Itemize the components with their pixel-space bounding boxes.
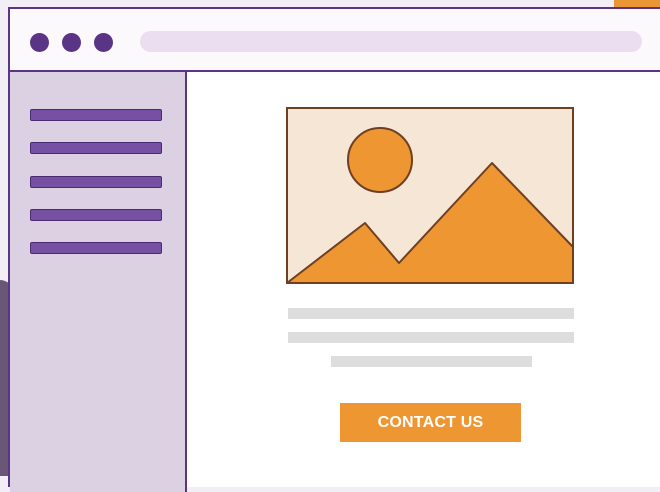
sidebar-menu-item[interactable] xyxy=(30,242,162,254)
decorative-tab xyxy=(614,0,660,7)
image-placeholder-icon xyxy=(286,107,574,284)
browser-titlebar xyxy=(10,9,660,72)
browser-window: CONTACT US xyxy=(8,7,660,492)
contact-us-button[interactable]: CONTACT US xyxy=(340,403,521,442)
sidebar-menu-item[interactable] xyxy=(30,209,162,221)
window-control-dot[interactable] xyxy=(62,33,81,52)
text-placeholder-line xyxy=(288,332,574,343)
sidebar-menu-item[interactable] xyxy=(30,109,162,121)
window-control-dot[interactable] xyxy=(30,33,49,52)
sidebar-menu-item[interactable] xyxy=(30,176,162,188)
window-control-dot[interactable] xyxy=(94,33,113,52)
address-bar[interactable] xyxy=(140,31,642,52)
sidebar xyxy=(10,72,187,492)
text-placeholder-line xyxy=(288,308,574,319)
sidebar-menu-item[interactable] xyxy=(30,142,162,154)
sun-circle xyxy=(347,127,413,193)
text-placeholder-line xyxy=(331,356,532,367)
